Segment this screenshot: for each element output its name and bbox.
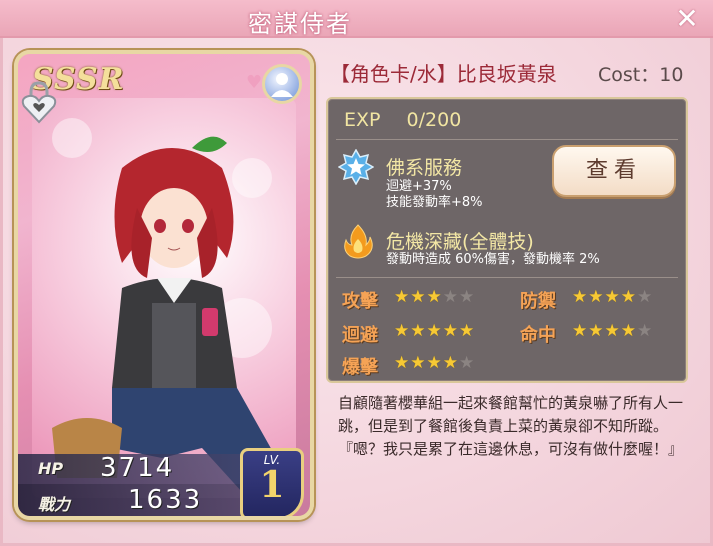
star-filled-icon: ★ bbox=[588, 321, 605, 341]
attr-attack-label: 攻擊 bbox=[342, 291, 378, 312]
attr-defense-stars: ★★★★★ bbox=[572, 287, 653, 307]
lock-heart-icon[interactable] bbox=[20, 80, 58, 124]
hp-bar: HP 3714 bbox=[18, 453, 248, 484]
flame-icon bbox=[344, 224, 373, 259]
star-empty-icon: ★ bbox=[459, 353, 476, 373]
star-filled-icon: ★ bbox=[442, 321, 459, 341]
level-badge: LV. 1 bbox=[240, 448, 304, 516]
star-filled-icon: ★ bbox=[426, 321, 443, 341]
heart-icon: ♥ bbox=[246, 72, 263, 93]
attr-accuracy-stars: ★★★★★ bbox=[572, 321, 653, 341]
exp-value: 0/200 bbox=[406, 109, 462, 131]
hp-value: 3714 bbox=[100, 453, 175, 483]
attr-critical-label: 爆擊 bbox=[342, 357, 378, 378]
skill-1-name: 佛系服務 bbox=[386, 157, 463, 179]
power-value: 1633 bbox=[128, 485, 203, 515]
star-filled-icon: ★ bbox=[394, 321, 411, 341]
character-description: 自顧隨著櫻華組一起來餐館幫忙的黃泉嚇了所有人一跳，但是到了餐館後負責上菜的黃泉卻… bbox=[338, 394, 684, 458]
star-filled-icon: ★ bbox=[426, 353, 443, 373]
star-filled-icon: ★ bbox=[604, 321, 621, 341]
star-filled-icon: ★ bbox=[394, 353, 411, 373]
star-filled-icon: ★ bbox=[426, 287, 443, 307]
star-filled-icon: ★ bbox=[572, 321, 589, 341]
star-empty-icon: ★ bbox=[442, 287, 459, 307]
star-filled-icon: ★ bbox=[588, 287, 605, 307]
exp-row: EXP 0/200 bbox=[344, 109, 461, 131]
star-filled-icon: ★ bbox=[442, 353, 459, 373]
skill-1-line-2: 技能發動率+8% bbox=[386, 195, 483, 210]
star-filled-icon: ★ bbox=[572, 287, 589, 307]
skill-2-line-1: 發動時造成 60%傷害，發動機率 2% bbox=[386, 252, 600, 267]
user-icon[interactable] bbox=[262, 64, 302, 104]
attr-defense-label: 防禦 bbox=[520, 291, 556, 312]
star-filled-icon: ★ bbox=[620, 287, 637, 307]
view-button[interactable]: 查看 bbox=[552, 145, 676, 197]
hp-label: HP bbox=[38, 459, 64, 478]
card-cost: Cost：10 bbox=[598, 64, 684, 86]
exp-label: EXP bbox=[344, 109, 381, 131]
star-filled-icon: ★ bbox=[394, 287, 411, 307]
star-filled-icon: ★ bbox=[604, 287, 621, 307]
attr-evasion-stars: ★★★★★ bbox=[394, 321, 475, 341]
attr-accuracy-label: 命中 bbox=[520, 325, 556, 346]
level-value: 1 bbox=[259, 464, 285, 506]
card-art bbox=[32, 98, 296, 503]
star-filled-icon: ★ bbox=[459, 321, 476, 341]
skill-2-name: 危機深藏(全體技) bbox=[386, 231, 534, 253]
character-card[interactable]: SSSR ♥ HP 3714 戰力 1633 LV. 1 bbox=[14, 50, 314, 520]
star-filled-icon: ★ bbox=[410, 287, 427, 307]
attr-critical-stars: ★★★★★ bbox=[394, 353, 475, 373]
power-label: 戰力 bbox=[38, 495, 71, 514]
dialog-title: 密謀侍者 bbox=[248, 10, 352, 38]
attr-evasion-label: 迴避 bbox=[342, 325, 378, 346]
divider bbox=[336, 277, 678, 278]
card-name: 【角色卡/水】比良坂黃泉 bbox=[330, 62, 557, 86]
star-filled-icon: ★ bbox=[410, 353, 427, 373]
info-panel: EXP 0/200 佛系服務 迴避+37% 技能發動率+8% 查看 危機深藏(全… bbox=[326, 97, 688, 383]
star-empty-icon: ★ bbox=[459, 287, 476, 307]
skill-1-line-1: 迴避+37% bbox=[386, 179, 452, 194]
star-empty-icon: ★ bbox=[637, 321, 654, 341]
title-bar: 密謀侍者 ✕ bbox=[0, 0, 713, 38]
close-icon[interactable]: ✕ bbox=[673, 5, 701, 33]
star-empty-icon: ★ bbox=[637, 287, 654, 307]
power-bar: 戰力 1633 bbox=[18, 484, 248, 516]
divider bbox=[336, 139, 678, 140]
star-filled-icon: ★ bbox=[620, 321, 637, 341]
star-filled-icon: ★ bbox=[410, 321, 427, 341]
star-badge-icon bbox=[338, 149, 374, 185]
attr-attack-stars: ★★★★★ bbox=[394, 287, 475, 307]
